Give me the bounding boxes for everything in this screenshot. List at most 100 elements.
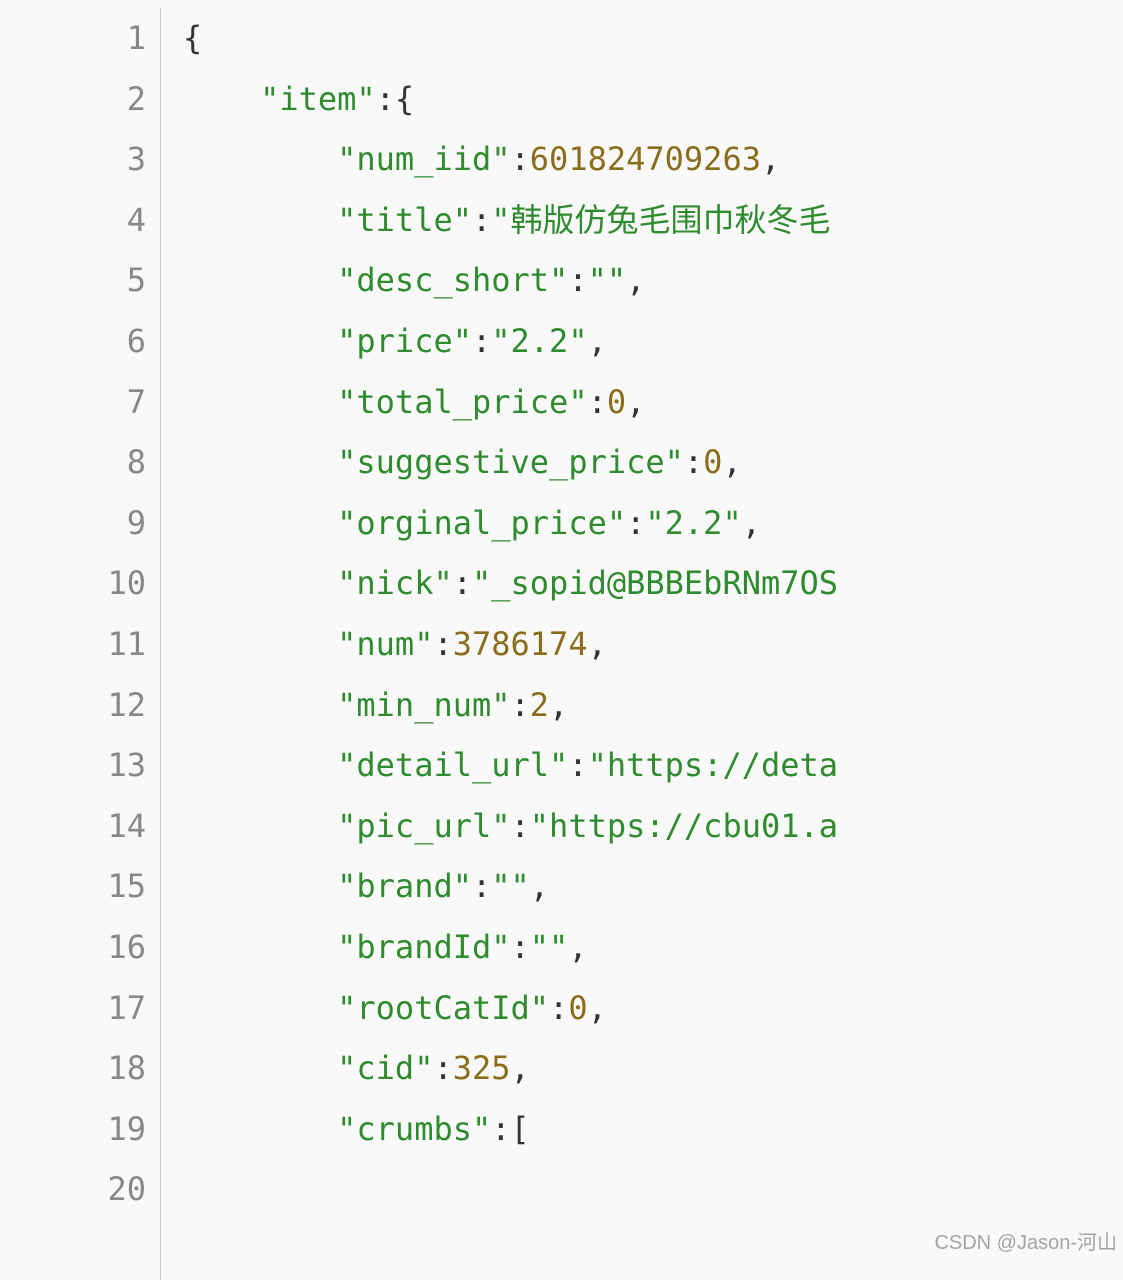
token-num: 3786174 [453,625,588,663]
token-key: "title" [337,201,472,239]
line-number: 4 [66,190,146,251]
token-punc: , [626,261,645,299]
line-number: 3 [66,129,146,190]
token-key: "price" [337,322,472,360]
token-punc: : [568,746,587,784]
token-num: 0 [568,989,587,1027]
token-str: "2.2" [645,504,741,542]
line-number: 8 [66,432,146,493]
code-line: "crumbs":[ [183,1099,838,1160]
token-punc: : [549,989,568,1027]
code-line: "suggestive_price":0, [183,432,838,493]
line-number: 1 [66,8,146,69]
token-str: "" [588,261,627,299]
token-punc: , [761,140,780,178]
watermark: CSDN @Jason-河山 [934,1213,1117,1274]
token-key: "min_num" [337,686,510,724]
token-str: "2.2" [491,322,587,360]
token-punc: : [472,867,491,905]
token-punc: , [588,989,607,1027]
token-key: "num_iid" [337,140,510,178]
token-str: "韩版仿兔毛围巾秋冬毛 [491,201,830,239]
token-punc: : [511,686,530,724]
token-punc: { [183,19,202,57]
token-num: 601824709263 [530,140,761,178]
line-number: 19 [66,1099,146,1160]
code-line: "num_iid":601824709263, [183,129,838,190]
token-punc: :[ [491,1110,530,1148]
token-key: "brand" [337,867,472,905]
line-number-gutter: 1234567891011121314151617181920 [66,8,161,1280]
token-punc: , [530,867,549,905]
token-punc: : [472,322,491,360]
token-punc: : [511,807,530,845]
line-number: 17 [66,978,146,1039]
token-key: "brandId" [337,928,510,966]
token-key: "num" [337,625,433,663]
code-line [183,1159,838,1220]
token-key: "suggestive_price" [337,443,684,481]
line-number: 7 [66,372,146,433]
code-line: "total_price":0, [183,372,838,433]
code-line: "brandId":"", [183,917,838,978]
line-number: 5 [66,250,146,311]
token-punc: , [549,686,568,724]
token-punc: : [684,443,703,481]
token-key: "desc_short" [337,261,568,299]
token-punc: , [568,928,587,966]
line-number: 15 [66,856,146,917]
line-number: 16 [66,917,146,978]
token-key: "crumbs" [337,1110,491,1148]
line-number: 13 [66,735,146,796]
token-punc: : [472,201,491,239]
token-punc: : [511,928,530,966]
code-line: "price":"2.2", [183,311,838,372]
token-str: "" [530,928,569,966]
token-str: "https://deta [588,746,838,784]
code-line: { [183,8,838,69]
code-content[interactable]: { "item":{ "num_iid":601824709263, "titl… [161,8,838,1280]
code-line: "pic_url":"https://cbu01.a [183,796,838,857]
token-key: "total_price" [337,383,587,421]
code-line: "rootCatId":0, [183,978,838,1039]
code-editor: 1234567891011121314151617181920 { "item"… [0,0,1123,1280]
token-punc: : [626,504,645,542]
token-key: "item" [260,80,376,118]
code-line: "min_num":2, [183,675,838,736]
token-key: "cid" [337,1049,433,1087]
token-punc: , [626,383,645,421]
token-num: 0 [607,383,626,421]
code-line: "num":3786174, [183,614,838,675]
line-number: 6 [66,311,146,372]
line-number: 12 [66,675,146,736]
token-punc: : [568,261,587,299]
code-line: "orginal_price":"2.2", [183,493,838,554]
token-str: "_sopid@BBBEbRNm7OS [472,564,838,602]
line-number: 11 [66,614,146,675]
token-key: "pic_url" [337,807,510,845]
token-str: "https://cbu01.a [530,807,838,845]
code-line: "desc_short":"", [183,250,838,311]
token-key: "nick" [337,564,453,602]
token-key: "detail_url" [337,746,568,784]
token-str: "" [491,867,530,905]
token-key: "orginal_price" [337,504,626,542]
line-number: 20 [66,1159,146,1220]
code-line: "cid":325, [183,1038,838,1099]
token-punc: : [433,625,452,663]
token-punc: , [511,1049,530,1087]
token-key: "rootCatId" [337,989,549,1027]
token-punc: : [453,564,472,602]
token-punc: : [588,383,607,421]
token-punc: , [588,625,607,663]
code-line: "title":"韩版仿兔毛围巾秋冬毛 [183,190,838,251]
line-number: 9 [66,493,146,554]
code-line: "nick":"_sopid@BBBEbRNm7OS [183,553,838,614]
token-num: 0 [703,443,722,481]
code-line: "brand":"", [183,856,838,917]
token-punc: : [433,1049,452,1087]
code-line: "detail_url":"https://deta [183,735,838,796]
token-punc: : [511,140,530,178]
token-punc: , [742,504,761,542]
line-number: 14 [66,796,146,857]
